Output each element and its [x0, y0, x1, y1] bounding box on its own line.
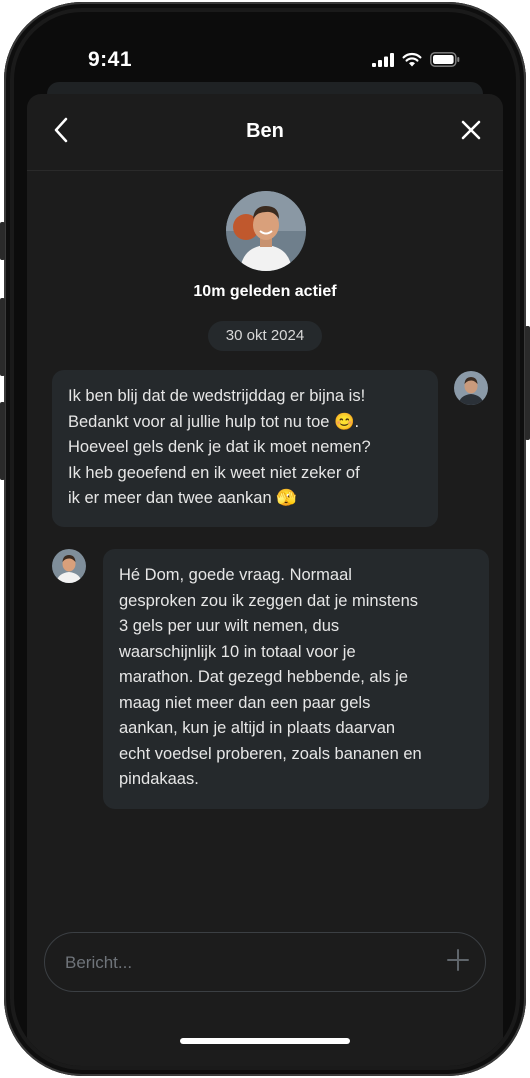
volume-down-button [0, 402, 5, 480]
home-indicator[interactable] [180, 1038, 350, 1044]
contact-avatar [52, 549, 86, 583]
message-bubble-sent: Ik ben blij dat de wedstrijddag er bijna… [52, 370, 438, 527]
status-icons [372, 52, 460, 72]
close-button[interactable] [455, 116, 487, 148]
plus-icon [447, 948, 469, 976]
chat-sheet: Ben 10m geleden actief 30 okt 2024 Ik be… [27, 94, 503, 1066]
chat-header: Ben [27, 94, 503, 171]
contact-name: Ben [246, 120, 284, 142]
message-input[interactable] [63, 947, 427, 979]
status-bar: 9:41 [14, 12, 516, 92]
status-time: 9:41 [88, 48, 133, 71]
date-separator: 30 okt 2024 [208, 321, 322, 351]
wifi-icon [402, 52, 422, 72]
message-composer [44, 932, 486, 992]
volume-up-button [0, 298, 5, 376]
message-bubble-received: Hé Dom, goede vraag. Normaal gesproken z… [103, 549, 489, 809]
active-status: 10m geleden actief [193, 283, 337, 300]
sender-avatar [454, 371, 488, 405]
battery-icon [430, 52, 460, 72]
phone-screen: 9:41 Ben 10m geleden actief 30 okt 2024 … [14, 12, 516, 1066]
mute-switch [0, 222, 5, 260]
signal-icon [372, 52, 394, 72]
add-attachment-button[interactable] [443, 947, 473, 977]
profile-avatar[interactable] [226, 191, 306, 271]
close-icon [460, 119, 482, 146]
power-button [525, 326, 530, 440]
